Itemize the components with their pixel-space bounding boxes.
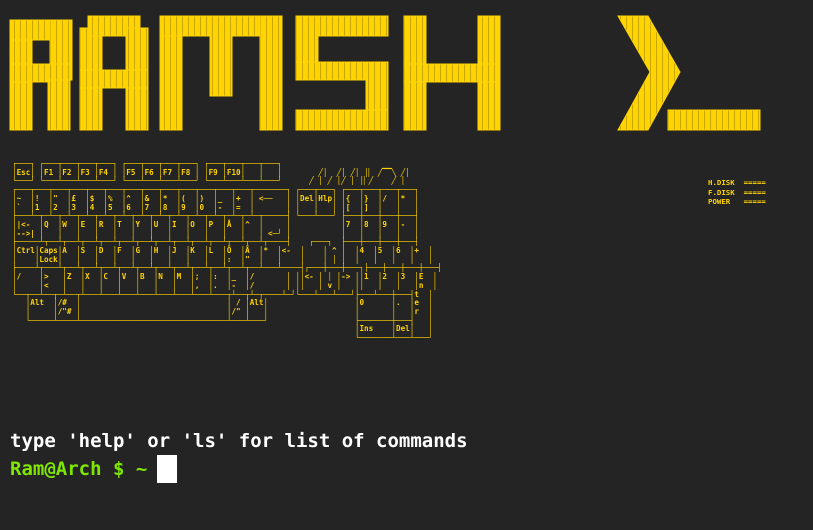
banner-letters bbox=[9, 15, 761, 131]
ascii-keyboard-art: ┌───┐ ┌───┬───┬───┬───┐ ┌───┬───┬───┬───… bbox=[12, 159, 442, 343]
banner-letter-s bbox=[295, 15, 389, 131]
banner-letter-a bbox=[79, 15, 149, 131]
shell-prompt: Ram@Arch $ ~ bbox=[10, 458, 148, 480]
text-cursor bbox=[157, 455, 178, 483]
banner-prompt-symbol bbox=[617, 15, 761, 131]
ramsh-banner-logo bbox=[8, 10, 768, 140]
command-prompt-line[interactable]: Ram@Arch $ ~ bbox=[10, 455, 178, 483]
banner-letter-r bbox=[9, 19, 73, 131]
terminal-window[interactable]: ┌───┐ ┌───┬───┬───┬───┐ ┌───┬───┬───┬───… bbox=[0, 0, 813, 530]
banner-letter-m bbox=[159, 15, 283, 131]
banner-letter-h bbox=[403, 15, 501, 131]
drive-status-indicators: H.DISK ===== F.DISK ===== POWER ===== bbox=[708, 178, 766, 207]
help-message: type 'help' or 'ls' for list of commands bbox=[10, 430, 468, 452]
